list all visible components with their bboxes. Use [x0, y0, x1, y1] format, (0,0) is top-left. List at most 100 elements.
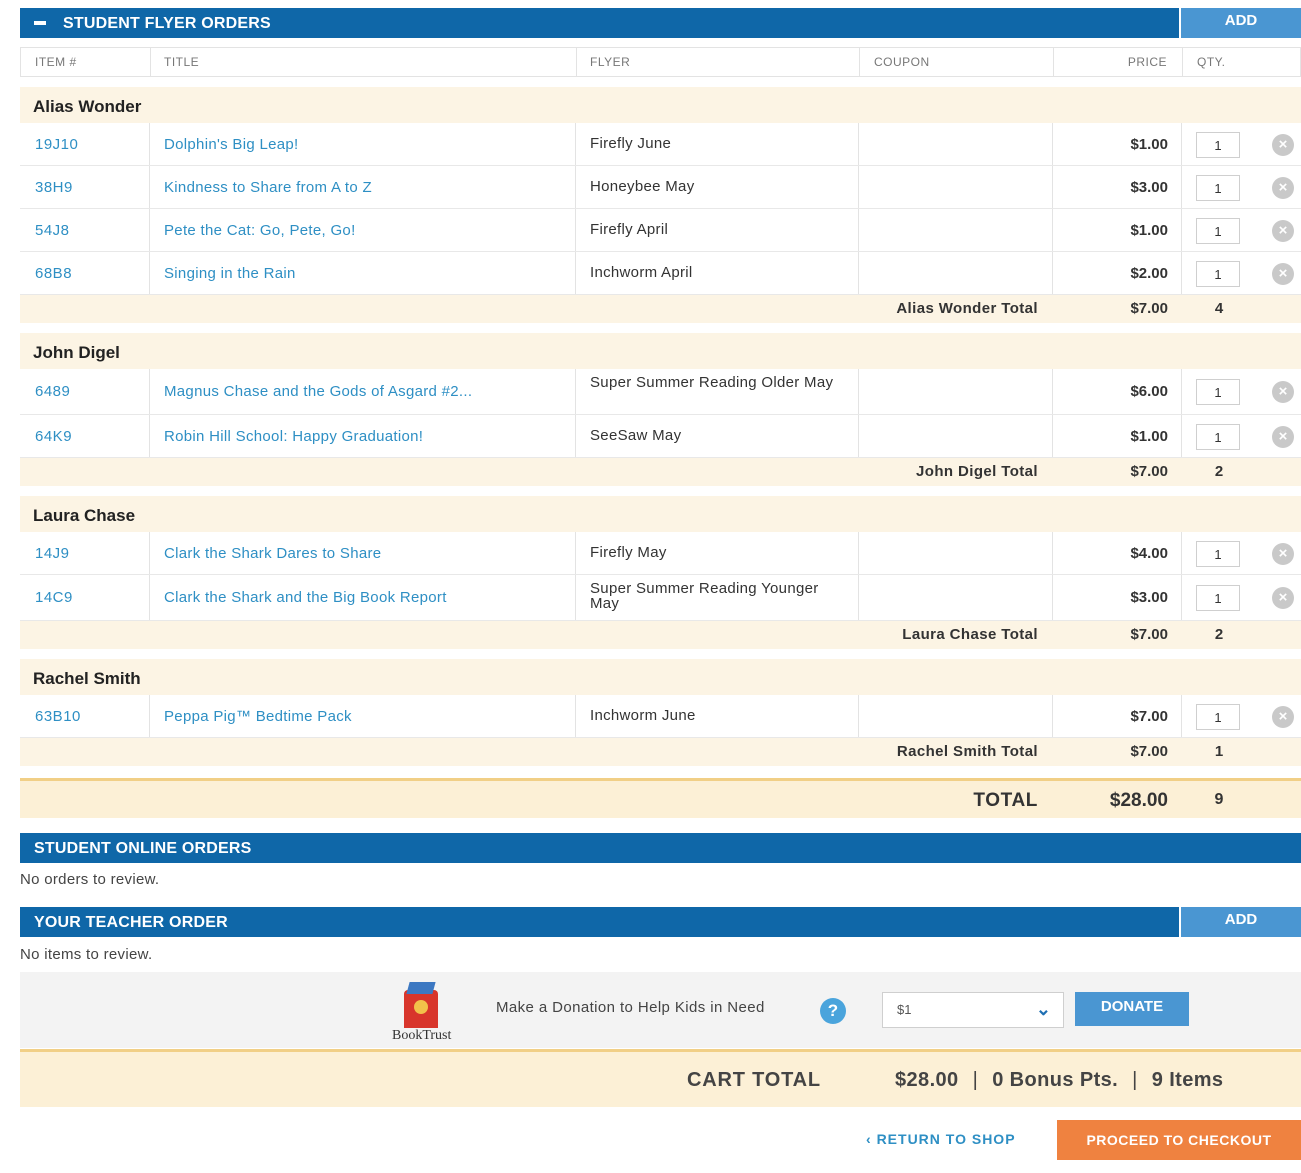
- return-label: RETURN TO SHOP: [876, 1131, 1016, 1147]
- student-total-qty: 1: [1214, 743, 1224, 760]
- chevron-down-icon: ⌄: [1035, 999, 1051, 1019]
- quantity-input[interactable]: [1196, 175, 1240, 201]
- item-price: $3.00: [1130, 589, 1168, 606]
- add-teacher-order-button[interactable]: ADD: [1179, 907, 1301, 937]
- item-title-link[interactable]: Singing in the Rain: [164, 265, 296, 282]
- col-coupon: COUPON: [874, 55, 930, 69]
- item-number-link[interactable]: 63B10: [35, 708, 81, 725]
- item-title-link[interactable]: Robin Hill School: Happy Graduation!: [164, 428, 423, 445]
- item-title-link[interactable]: Pete the Cat: Go, Pete, Go!: [164, 222, 356, 239]
- table-row: 63B10 Peppa Pig™ Bedtime Pack Inchworm Jun…: [20, 695, 1301, 738]
- quantity-input[interactable]: [1196, 424, 1240, 450]
- item-flyer: Super Summer Reading Older May: [590, 374, 834, 391]
- item-title-link[interactable]: Clark the Shark Dares to Share: [164, 545, 381, 562]
- remove-item-icon[interactable]: ×: [1272, 220, 1294, 242]
- remove-item-icon[interactable]: ×: [1272, 706, 1294, 728]
- student-subtotal-row: Rachel Smith Total $7.00 1: [20, 738, 1301, 766]
- student-total-label: John Digel Total: [916, 463, 1038, 480]
- remove-item-icon[interactable]: ×: [1272, 587, 1294, 609]
- quantity-input[interactable]: [1196, 379, 1240, 405]
- table-row: 14J9 Clark the Shark Dares to Share Firefl…: [20, 532, 1301, 575]
- student-online-orders-bar: STUDENT ONLINE ORDERS: [20, 833, 1301, 863]
- item-title-link[interactable]: Dolphin's Big Leap!: [164, 136, 298, 153]
- quantity-input[interactable]: [1196, 585, 1240, 611]
- item-number-link[interactable]: 68B8: [35, 265, 72, 282]
- item-title-link[interactable]: Peppa Pig™ Bedtime Pack: [164, 708, 352, 725]
- col-flyer: FLYER: [590, 55, 631, 69]
- student-subtotal-row: John Digel Total $7.00 2: [20, 458, 1301, 486]
- remove-item-icon[interactable]: ×: [1272, 263, 1294, 285]
- cart-total-label: CART TOTAL: [687, 1069, 821, 1091]
- student-subtotal-row: Alias Wonder Total $7.00 4: [20, 295, 1301, 323]
- item-flyer: SeeSaw May: [590, 427, 682, 444]
- student-name-row: Alias Wonder: [20, 87, 1301, 123]
- item-number-link[interactable]: 54J8: [35, 222, 70, 239]
- cart-amount: $28.00: [895, 1069, 959, 1091]
- proceed-to-checkout-button[interactable]: PROCEED TO CHECKOUT: [1057, 1120, 1301, 1160]
- item-price: $2.00: [1130, 265, 1168, 282]
- grand-total-amount: $28.00: [1109, 790, 1168, 811]
- student-total-amount: $7.00: [1130, 626, 1168, 643]
- table-row: 19J10 Dolphin's Big Leap! Firefly June $1.0…: [20, 123, 1301, 166]
- item-price: $7.00: [1130, 708, 1168, 725]
- item-price: $1.00: [1130, 222, 1168, 239]
- col-qty: QTY.: [1197, 55, 1226, 69]
- student-total-label: Rachel Smith Total: [896, 743, 1038, 760]
- table-header: ITEM # TITLE FLYER COUPON PRICE QTY.: [20, 47, 1301, 77]
- student-total-label: Alias Wonder Total: [896, 300, 1038, 317]
- cart-total-row: CART TOTAL $28.00 | 0 Bonus Pts. | 9 Items: [20, 1049, 1301, 1107]
- item-number-link[interactable]: 64K9: [35, 428, 72, 445]
- quantity-input[interactable]: [1196, 541, 1240, 567]
- donation-text: Make a Donation to Help Kids in Need: [496, 999, 765, 1016]
- remove-item-icon[interactable]: ×: [1272, 134, 1294, 156]
- booktrust-logo: BookTrust: [392, 978, 452, 1044]
- remove-item-icon[interactable]: ×: [1272, 177, 1294, 199]
- item-title-link[interactable]: Clark the Shark and the Big Book Report: [164, 589, 447, 606]
- student-total-amount: $7.00: [1130, 743, 1168, 760]
- item-flyer: Super Summer Reading Younger May: [590, 580, 819, 612]
- donation-amount-select[interactable]: $1 ⌄: [882, 992, 1064, 1028]
- return-to-shop-link[interactable]: ‹ RETURN TO SHOP: [866, 1131, 1016, 1147]
- item-number-link[interactable]: 6489: [35, 383, 70, 400]
- item-title-link[interactable]: Magnus Chase and the Gods of Asgard #2..…: [164, 383, 472, 400]
- item-price: $1.00: [1130, 136, 1168, 153]
- remove-item-icon[interactable]: ×: [1272, 543, 1294, 565]
- collapse-icon[interactable]: [34, 21, 46, 25]
- teacher-order-bar: YOUR TEACHER ORDER ADD: [20, 907, 1301, 937]
- quantity-input[interactable]: [1196, 218, 1240, 244]
- col-price: PRICE: [1127, 55, 1167, 69]
- item-number-link[interactable]: 38H9: [35, 179, 73, 196]
- item-number-link[interactable]: 19J10: [35, 136, 78, 153]
- table-row: 54J8 Pete the Cat: Go, Pete, Go! Firefly A…: [20, 209, 1301, 252]
- student-name: Laura Chase: [33, 506, 136, 525]
- quantity-input[interactable]: [1196, 261, 1240, 287]
- student-name: John Digel: [33, 343, 120, 362]
- table-row: 68B8 Singing in the Rain Inchworm April $2.…: [20, 252, 1301, 295]
- item-number-link[interactable]: 14J9: [35, 545, 70, 562]
- table-row: 14C9 Clark the Shark and the Big Book Rep…: [20, 575, 1301, 621]
- item-number-link[interactable]: 14C9: [35, 589, 73, 606]
- student-name: Alias Wonder: [33, 97, 142, 116]
- add-flyer-order-button[interactable]: ADD: [1179, 8, 1301, 38]
- quantity-input[interactable]: [1196, 132, 1240, 158]
- student-total-amount: $7.00: [1130, 463, 1168, 480]
- table-row: 64K9 Robin Hill School: Happy Graduation!…: [20, 415, 1301, 458]
- section-title: STUDENT FLYER ORDERS: [63, 15, 271, 32]
- item-flyer: Inchworm June: [590, 707, 696, 724]
- item-title-link[interactable]: Kindness to Share from A to Z: [164, 179, 372, 196]
- student-total-qty: 2: [1214, 463, 1224, 480]
- item-flyer: Honeybee May: [590, 178, 695, 195]
- item-price: $3.00: [1130, 179, 1168, 196]
- col-title: TITLE: [164, 55, 200, 69]
- donate-button[interactable]: DONATE: [1075, 992, 1189, 1026]
- remove-item-icon[interactable]: ×: [1272, 381, 1294, 403]
- student-flyer-orders-bar: STUDENT FLYER ORDERS ADD: [20, 8, 1301, 38]
- grand-total-row: TOTAL $28.00 9: [20, 778, 1301, 818]
- question-icon[interactable]: ?: [820, 998, 846, 1024]
- quantity-input[interactable]: [1196, 704, 1240, 730]
- donation-panel: BookTrust Make a Donation to Help Kids i…: [20, 972, 1301, 1048]
- cart-bonus-points: 0 Bonus Pts.: [992, 1069, 1119, 1091]
- remove-item-icon[interactable]: ×: [1272, 426, 1294, 448]
- item-flyer: Inchworm April: [590, 264, 693, 281]
- item-flyer: Firefly April: [590, 221, 669, 238]
